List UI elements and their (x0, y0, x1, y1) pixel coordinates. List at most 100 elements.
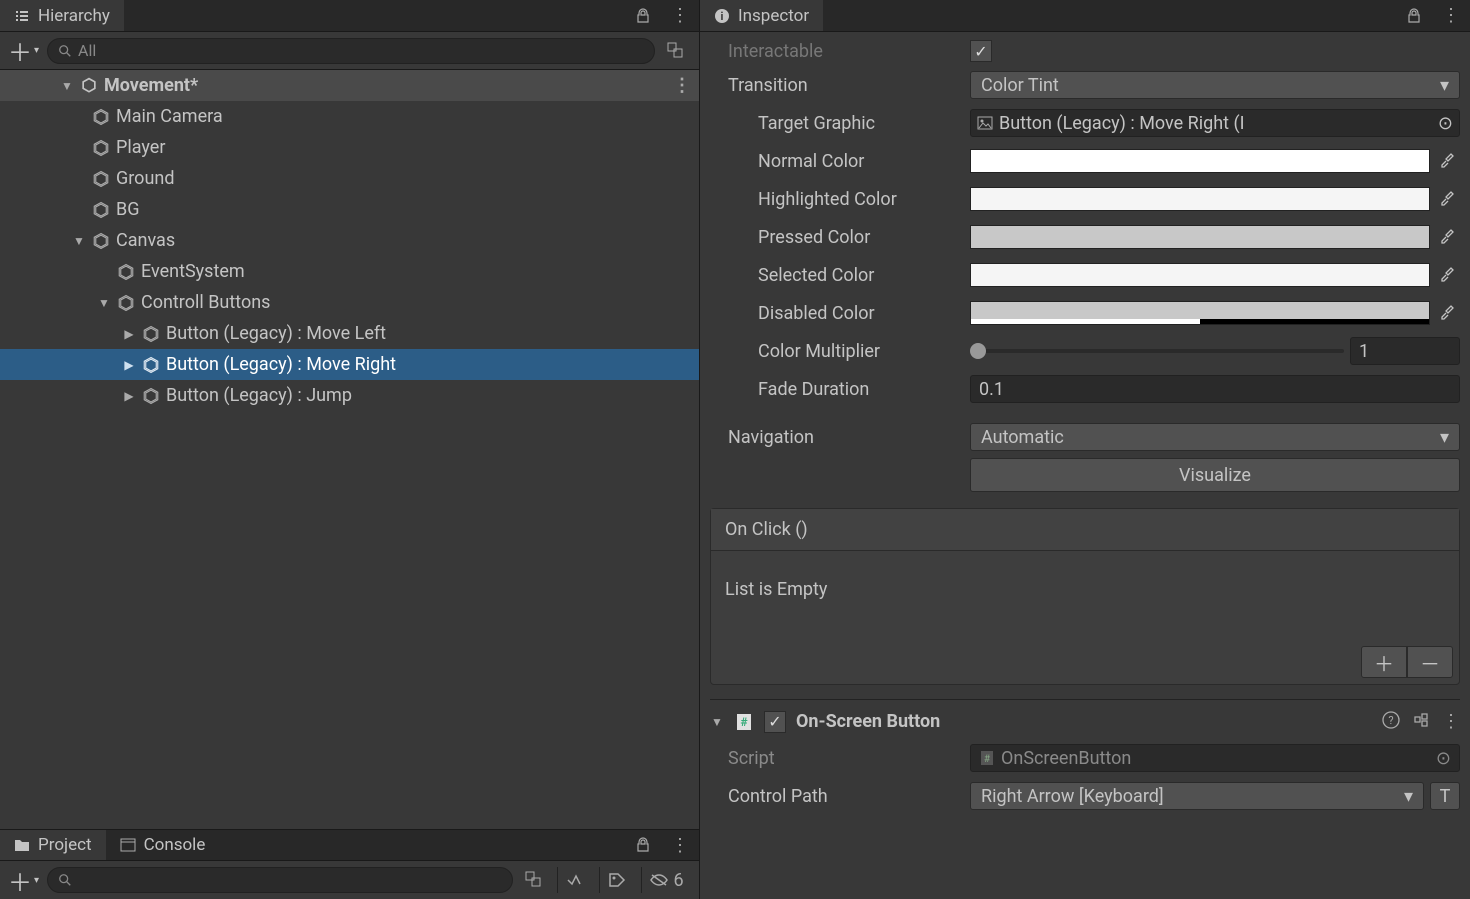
component-menu-icon[interactable]: ⋮ (1442, 711, 1460, 732)
console-tab-label: Console (144, 835, 206, 855)
color-multiplier-input[interactable]: 1 (1350, 337, 1460, 365)
pressed-color-label: Pressed Color (710, 227, 970, 248)
disabled-color-swatch[interactable] (970, 301, 1430, 325)
gameobject-row[interactable]: ▼ Canvas (0, 225, 699, 256)
hierarchy-tab[interactable]: Hierarchy (0, 0, 124, 31)
chevron-down-icon: ▾ (1440, 75, 1449, 96)
picker-icon[interactable] (521, 869, 549, 891)
info-icon: i (714, 8, 730, 24)
panel-menu-icon[interactable]: ⋮ (661, 830, 699, 860)
create-button[interactable]: ＋▾ (8, 33, 39, 68)
normal-color-row: Normal Color (710, 142, 1460, 180)
highlighted-color-swatch[interactable] (970, 187, 1430, 211)
object-picker-icon: ⊙ (1436, 748, 1451, 769)
eyedropper-icon[interactable] (1436, 301, 1460, 325)
fade-duration-input[interactable]: 0.1 (970, 375, 1460, 403)
control-path-row: Control Path Right Arrow [Keyboard] ▾ T (710, 777, 1460, 815)
gameobject-icon (90, 139, 112, 157)
panel-menu-icon[interactable]: ⋮ (661, 0, 699, 31)
normal-color-label: Normal Color (710, 151, 970, 172)
eyedropper-icon[interactable] (1436, 187, 1460, 211)
inspector-tab-label: Inspector (738, 6, 809, 26)
pressed-color-swatch[interactable] (970, 225, 1430, 249)
search-icon (58, 873, 72, 887)
foldout-icon[interactable]: ▼ (72, 234, 86, 248)
onclick-footer: ＋ － (711, 640, 1459, 684)
disabled-color-row: Disabled Color (710, 294, 1460, 332)
foldout-icon[interactable]: ▼ (710, 715, 724, 729)
eyedropper-icon[interactable] (1436, 263, 1460, 287)
interactable-checkbox[interactable]: ✓ (970, 40, 992, 62)
preset-icon[interactable] (1412, 711, 1430, 732)
foldout-icon[interactable]: ▼ (97, 296, 111, 310)
foldout-icon[interactable]: ▶ (122, 389, 136, 403)
component-header[interactable]: ▼ # ✓ On-Screen Button ? ⋮ (710, 699, 1460, 739)
object-picker-icon[interactable]: ⊙ (1438, 113, 1453, 134)
disabled-color-label: Disabled Color (710, 303, 970, 324)
image-icon (977, 116, 993, 130)
selected-color-swatch[interactable] (970, 263, 1430, 287)
gameobject-row[interactable]: Main Camera (0, 101, 699, 132)
foldout-icon[interactable]: ▶ (122, 327, 136, 341)
script-row: Script # OnScreenButton ⊙ (710, 739, 1460, 777)
transition-dropdown[interactable]: Color Tint ▾ (970, 71, 1460, 99)
visualize-button[interactable]: Visualize (970, 458, 1460, 492)
filter-by-type-icon[interactable] (557, 867, 591, 893)
create-button[interactable]: ＋▾ (8, 863, 39, 898)
highlighted-color-row: Highlighted Color (710, 180, 1460, 218)
hierarchy-search-input[interactable]: All (47, 38, 655, 64)
onclick-header: On Click () (711, 509, 1459, 551)
text-mode-button[interactable]: T (1430, 782, 1460, 810)
component-enabled-checkbox[interactable]: ✓ (764, 711, 786, 733)
panel-lock-icon[interactable] (625, 830, 661, 860)
inspector-tab-bar: i Inspector ⋮ (700, 0, 1470, 32)
scene-picker-icon[interactable] (663, 40, 691, 62)
control-path-dropdown[interactable]: Right Arrow [Keyboard] ▾ (970, 782, 1424, 810)
help-icon[interactable]: ? (1382, 711, 1400, 732)
gameobject-row[interactable]: ▶ Button (Legacy) : Jump (0, 380, 699, 411)
panel-lock-icon[interactable] (625, 0, 661, 31)
gameobject-row[interactable]: ▶ Button (Legacy) : Move Left (0, 318, 699, 349)
hierarchy-tab-label: Hierarchy (38, 6, 110, 26)
search-placeholder: All (78, 41, 96, 60)
project-search-input[interactable] (47, 867, 513, 893)
hierarchy-list-icon (14, 8, 30, 24)
hidden-count-button[interactable]: 6 (641, 867, 691, 893)
script-file-icon: # (979, 750, 995, 766)
pressed-color-row: Pressed Color (710, 218, 1460, 256)
target-graphic-field[interactable]: Button (Legacy) : Move Right (I ⊙ (970, 109, 1460, 137)
filter-by-label-icon[interactable] (599, 867, 633, 893)
panel-lock-icon[interactable] (1396, 0, 1432, 31)
eyedropper-icon[interactable] (1436, 225, 1460, 249)
color-multiplier-slider[interactable] (970, 349, 1344, 353)
gameobject-row[interactable]: Player (0, 132, 699, 163)
console-tab[interactable]: Console (106, 830, 220, 860)
interactable-label: Interactable (710, 41, 970, 62)
eyedropper-icon[interactable] (1436, 149, 1460, 173)
scene-row[interactable]: ▼ Movement* ⋮ (0, 70, 699, 101)
control-path-value: Right Arrow [Keyboard] (981, 786, 1164, 807)
gameobject-row[interactable]: Ground (0, 163, 699, 194)
gameobject-icon (90, 170, 112, 188)
onclick-empty-label: List is Empty (711, 551, 1459, 640)
scene-menu-icon[interactable]: ⋮ (673, 75, 691, 96)
script-label: Script (710, 748, 970, 769)
gameobject-icon (115, 263, 137, 281)
gameobject-row-selected[interactable]: ▶ Button (Legacy) : Move Right (0, 349, 699, 380)
foldout-icon[interactable]: ▶ (122, 358, 136, 372)
gameobject-label: Button (Legacy) : Move Left (166, 323, 386, 344)
remove-event-button[interactable]: － (1407, 646, 1453, 678)
add-event-button[interactable]: ＋ (1361, 646, 1407, 678)
inspector-tab[interactable]: i Inspector (700, 0, 823, 31)
normal-color-swatch[interactable] (970, 149, 1430, 173)
gameobject-row[interactable]: EventSystem (0, 256, 699, 287)
gameobject-row[interactable]: ▼ Controll Buttons (0, 287, 699, 318)
gameobject-label: Button (Legacy) : Jump (166, 385, 352, 406)
gameobject-row[interactable]: BG (0, 194, 699, 225)
visualize-row: Visualize (710, 456, 1460, 494)
foldout-icon[interactable]: ▼ (60, 79, 74, 93)
panel-menu-icon[interactable]: ⋮ (1432, 0, 1470, 31)
navigation-dropdown[interactable]: Automatic ▾ (970, 423, 1460, 451)
svg-text:i: i (721, 10, 724, 23)
project-tab[interactable]: Project (0, 830, 106, 860)
